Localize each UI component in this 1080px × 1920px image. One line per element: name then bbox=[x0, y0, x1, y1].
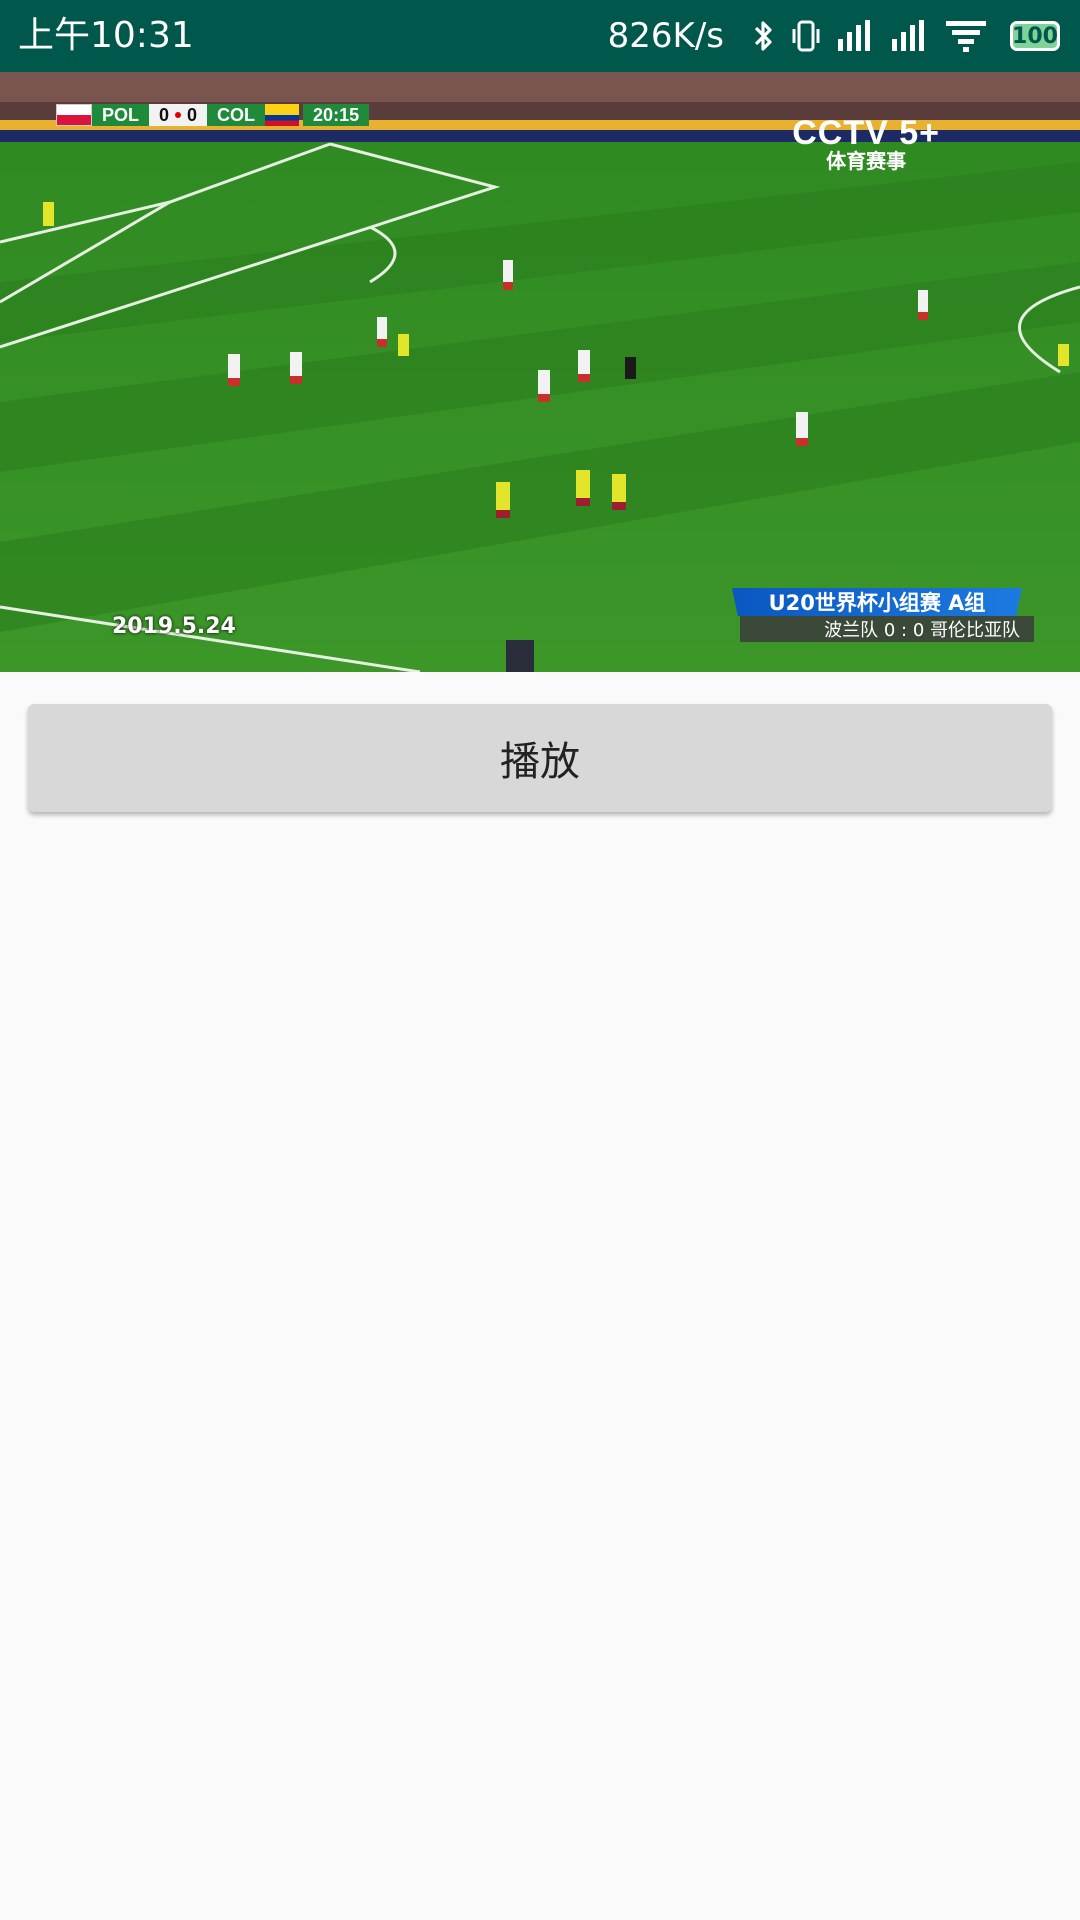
home-team: POL bbox=[92, 104, 150, 126]
channel-logo-sub: 体育赛事 bbox=[826, 151, 907, 173]
wifi-icon bbox=[944, 19, 988, 53]
network-speed: 826K/s bbox=[607, 16, 724, 56]
bluetooth-icon bbox=[752, 19, 776, 53]
channel-logo-main: CCTV 5+ bbox=[792, 114, 940, 152]
video-date: 2019.5.24 bbox=[112, 614, 236, 639]
home-score: 0 bbox=[159, 104, 170, 125]
signal-icon bbox=[890, 19, 930, 53]
colombia-flag-icon bbox=[265, 104, 300, 126]
vibrate-icon bbox=[790, 19, 822, 53]
play-button[interactable]: 播放 bbox=[28, 704, 1052, 812]
lower-third-subtitle: 波兰队 0 : 0 哥伦比亚队 bbox=[740, 616, 1034, 642]
score: 0 0 bbox=[149, 104, 208, 126]
status-time: 上午10:31 bbox=[18, 15, 194, 56]
status-icons: 826K/s 100 bbox=[608, 0, 1060, 72]
battery-icon: 100 bbox=[1010, 21, 1060, 51]
match-time: 20:15 bbox=[303, 104, 370, 126]
video-player[interactable]: POL 0 0 COL 20:15 CCTV 5+ 体育赛事 2019.5.24… bbox=[0, 72, 1080, 672]
signal-icon bbox=[836, 19, 876, 53]
channel-logo: CCTV 5+ 体育赛事 bbox=[792, 116, 940, 172]
lower-third-title: U20世界杯小组赛 A组 bbox=[732, 588, 1022, 616]
score-separator-icon bbox=[175, 112, 182, 118]
poland-flag-icon bbox=[56, 104, 92, 126]
away-team: COL bbox=[207, 104, 266, 126]
status-bar: 上午10:31 826K/s 100 bbox=[0, 0, 1080, 72]
scoreboard: POL 0 0 COL 20:15 bbox=[56, 104, 370, 126]
lower-third-caption: U20世界杯小组赛 A组 波兰队 0 : 0 哥伦比亚队 bbox=[732, 588, 1034, 642]
away-score: 0 bbox=[187, 104, 198, 125]
